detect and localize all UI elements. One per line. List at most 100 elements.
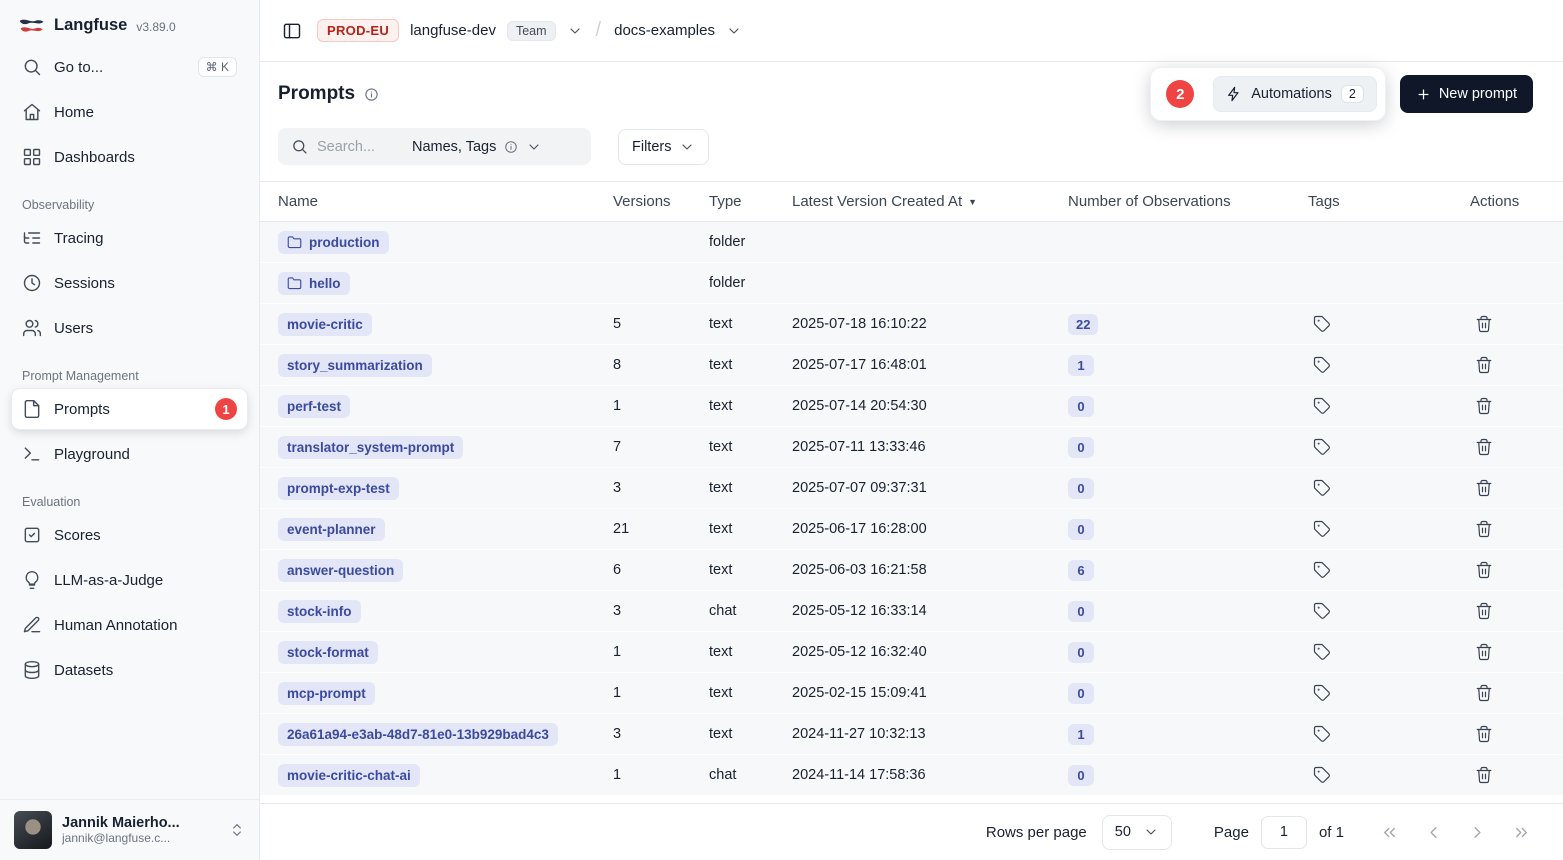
cell-actions (1470, 394, 1563, 419)
info-icon[interactable] (364, 87, 379, 102)
tags-button[interactable] (1310, 476, 1334, 500)
prompt-name-badge[interactable]: perf-test (278, 395, 350, 418)
cell-type: folder (709, 234, 792, 250)
tags-button[interactable] (1310, 599, 1334, 623)
delete-button[interactable] (1472, 312, 1496, 336)
search-scope-dropdown[interactable]: Names, Tags (412, 139, 542, 155)
table-row[interactable]: event-planner 21 text 2025-06-17 16:28:0… (260, 509, 1563, 550)
table-row[interactable]: stock-format 1 text 2025-05-12 16:32:40 … (260, 632, 1563, 673)
prompt-name-badge[interactable]: hello (278, 272, 350, 295)
tags-button[interactable] (1310, 722, 1334, 746)
delete-button[interactable] (1472, 640, 1496, 664)
table-row[interactable]: prompt-exp-test 3 text 2025-07-07 09:37:… (260, 468, 1563, 509)
sidebar-item-llm-judge[interactable]: LLM-as-a-Judge (12, 560, 247, 600)
delete-button[interactable] (1472, 394, 1496, 418)
cell-tags (1308, 681, 1470, 706)
tags-button[interactable] (1310, 435, 1334, 459)
delete-button[interactable] (1472, 476, 1496, 500)
prompt-name: event-planner (287, 522, 376, 537)
sidebar-item-users[interactable]: Users (12, 308, 247, 348)
table-row[interactable]: stock-info 3 chat 2025-05-12 16:33:14 0 (260, 591, 1563, 632)
cell-actions (1470, 558, 1563, 583)
org-name[interactable]: langfuse-dev (410, 22, 496, 39)
delete-button[interactable] (1472, 722, 1496, 746)
chevron-down-icon[interactable] (567, 23, 583, 39)
cell-versions: 1 (613, 644, 709, 660)
table-row[interactable]: translator_system-prompt 7 text 2025-07-… (260, 427, 1563, 468)
sidebar-toggle-button[interactable] (278, 17, 306, 45)
prompt-name-badge[interactable]: prompt-exp-test (278, 477, 399, 500)
search-input[interactable] (317, 139, 403, 155)
sidebar-item-prompts[interactable]: Prompts 1 (12, 389, 247, 429)
prompt-name-badge[interactable]: mcp-prompt (278, 682, 375, 705)
next-page-button[interactable] (1462, 817, 1493, 848)
table-row[interactable]: mcp-prompt 1 text 2025-02-15 15:09:41 0 (260, 673, 1563, 714)
delete-button[interactable] (1472, 681, 1496, 705)
prompt-name-badge[interactable]: production (278, 231, 389, 254)
delete-button[interactable] (1472, 517, 1496, 541)
table-row[interactable]: perf-test 1 text 2025-07-14 20:54:30 0 (260, 386, 1563, 427)
sidebar-item-dashboards[interactable]: Dashboards (12, 137, 247, 177)
table-header: Name Versions Type Latest Version Create… (260, 181, 1563, 222)
sidebar-item-human-annotation[interactable]: Human Annotation (12, 605, 247, 645)
filters-button[interactable]: Filters (618, 129, 709, 165)
delete-button[interactable] (1472, 599, 1496, 623)
prompt-name-badge[interactable]: translator_system-prompt (278, 436, 463, 459)
prompt-name-badge[interactable]: answer-question (278, 559, 403, 582)
tags-button[interactable] (1310, 681, 1334, 705)
previous-page-button[interactable] (1418, 817, 1449, 848)
prompt-name-badge[interactable]: 26a61a94-e3ab-48d7-81e0-13b929bad4c3 (278, 723, 558, 746)
cell-created: 2024-11-14 17:58:36 (792, 767, 1068, 783)
prompt-name-badge[interactable]: stock-format (278, 641, 378, 664)
sidebar-item-home[interactable]: Home (12, 92, 247, 132)
table-row[interactable]: answer-question 6 text 2025-06-03 16:21:… (260, 550, 1563, 591)
cell-tags (1308, 476, 1470, 501)
tags-button[interactable] (1310, 353, 1334, 377)
column-header-type: Type (709, 193, 792, 210)
table-row[interactable]: hello folder (260, 263, 1563, 304)
sidebar-nav: Go to... ⌘ K Home Dashboards Observabili… (0, 47, 259, 799)
rows-per-page-select[interactable]: 50 (1102, 815, 1172, 850)
sidebar-item-datasets[interactable]: Datasets (12, 650, 247, 690)
cell-observations: 0 (1068, 437, 1308, 458)
table-row[interactable]: movie-critic 5 text 2025-07-18 16:10:22 … (260, 304, 1563, 345)
table-row[interactable]: story_summarization 8 text 2025-07-17 16… (260, 345, 1563, 386)
automations-button[interactable]: Automations 2 (1213, 76, 1377, 112)
delete-button[interactable] (1472, 353, 1496, 377)
trash-icon (1475, 520, 1493, 538)
sidebar-item-tracing[interactable]: Tracing (12, 218, 247, 258)
prompt-name-badge[interactable]: movie-critic-chat-ai (278, 764, 420, 787)
sidebar-header: Langfuse v3.89.0 (0, 10, 259, 47)
project-name[interactable]: docs-examples (614, 22, 715, 39)
tags-button[interactable] (1310, 640, 1334, 664)
tags-button[interactable] (1310, 763, 1334, 787)
prompt-name-badge[interactable]: story_summarization (278, 354, 432, 377)
user-menu[interactable]: Jannik Maierho... jannik@langfuse.c... (0, 799, 259, 860)
tags-button[interactable] (1310, 312, 1334, 336)
delete-button[interactable] (1472, 558, 1496, 582)
cell-observations: 0 (1068, 601, 1308, 622)
delete-button[interactable] (1472, 435, 1496, 459)
last-page-button[interactable] (1506, 817, 1537, 848)
cell-observations: 22 (1068, 314, 1308, 335)
first-page-button[interactable] (1374, 817, 1405, 848)
column-header-created[interactable]: Latest Version Created At ▼ (792, 193, 1068, 210)
tags-button[interactable] (1310, 558, 1334, 582)
prompt-name-badge[interactable]: movie-critic (278, 313, 372, 336)
chevron-down-icon[interactable] (726, 23, 742, 39)
sidebar-item-playground[interactable]: Playground (12, 434, 247, 474)
prompt-name-badge[interactable]: event-planner (278, 518, 385, 541)
sidebar-item-scores[interactable]: Scores (12, 515, 247, 555)
table-row[interactable]: 26a61a94-e3ab-48d7-81e0-13b929bad4c3 3 t… (260, 714, 1563, 755)
page-number-input[interactable] (1261, 816, 1307, 849)
delete-button[interactable] (1472, 763, 1496, 787)
tags-button[interactable] (1310, 394, 1334, 418)
prompt-name-badge[interactable]: stock-info (278, 600, 361, 623)
table-row[interactable]: movie-critic-chat-ai 1 chat 2024-11-14 1… (260, 755, 1563, 796)
sidebar-item-sessions[interactable]: Sessions (12, 263, 247, 303)
tags-button[interactable] (1310, 517, 1334, 541)
goto-search[interactable]: Go to... ⌘ K (12, 47, 247, 87)
new-prompt-button[interactable]: New prompt (1400, 75, 1533, 113)
table-row[interactable]: production folder (260, 222, 1563, 263)
filters-label: Filters (632, 139, 671, 155)
